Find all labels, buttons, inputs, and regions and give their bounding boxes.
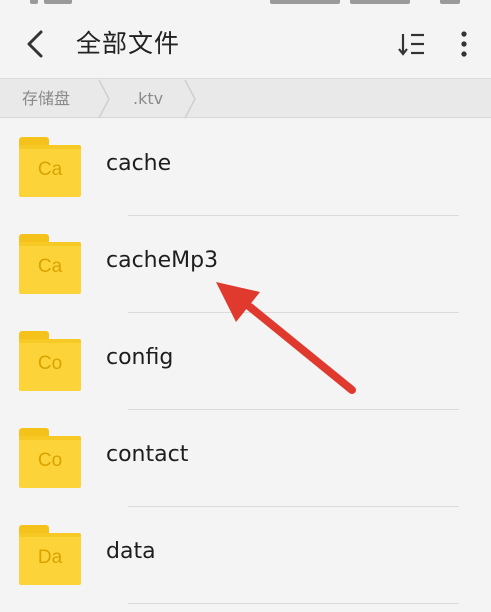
list-item[interactable]: Co contact <box>0 410 491 507</box>
file-name: contact <box>106 442 189 467</box>
status-icon <box>440 0 460 4</box>
more-options-button[interactable] <box>444 22 484 66</box>
folder-icon: Co <box>19 331 81 393</box>
status-icon <box>270 0 340 4</box>
list-item[interactable]: Co config <box>0 313 491 410</box>
folder-abbr: Ca <box>37 159 63 180</box>
sort-list-icon <box>398 33 424 56</box>
sort-button[interactable] <box>392 22 432 66</box>
list-item[interactable]: Da data <box>0 507 491 604</box>
back-button[interactable] <box>14 22 58 66</box>
status-icon <box>30 0 38 4</box>
list-item[interactable]: Ca cache <box>0 119 491 216</box>
folder-icon: Ca <box>19 137 81 199</box>
page-title: 全部文件 <box>76 29 181 58</box>
status-icon <box>350 0 410 4</box>
file-manager-screen: 全部文件 存储盘 .ktv Ca cache Ca cacheMp3 Co co… <box>0 0 491 612</box>
folder-abbr: Co <box>37 353 63 374</box>
more-vertical-icon <box>461 31 467 57</box>
folder-abbr: Ca <box>37 256 63 277</box>
status-bar <box>0 0 491 8</box>
breadcrumb-item-ktv[interactable]: .ktv <box>133 79 163 119</box>
status-icon <box>44 0 72 4</box>
breadcrumb: 存储盘 .ktv <box>0 78 491 119</box>
folder-icon: Ca <box>19 234 81 296</box>
file-name: cacheMp3 <box>106 248 219 273</box>
folder-abbr: Co <box>37 450 63 471</box>
file-name: data <box>106 539 156 564</box>
list-item[interactable]: Ca cacheMp3 <box>0 216 491 313</box>
breadcrumb-chevron-icon <box>184 79 196 119</box>
folder-abbr: Da <box>37 547 63 568</box>
file-name: cache <box>106 151 172 176</box>
chevron-left-icon <box>27 30 43 58</box>
file-name: config <box>106 345 174 370</box>
folder-icon: Da <box>19 525 81 587</box>
app-header: 全部文件 <box>0 8 491 78</box>
breadcrumb-item-storage[interactable]: 存储盘 <box>22 79 70 119</box>
divider <box>128 603 459 604</box>
breadcrumb-chevron-icon <box>98 79 110 119</box>
folder-icon: Co <box>19 428 81 490</box>
file-list: Ca cache Ca cacheMp3 Co config Co contac… <box>0 119 491 612</box>
